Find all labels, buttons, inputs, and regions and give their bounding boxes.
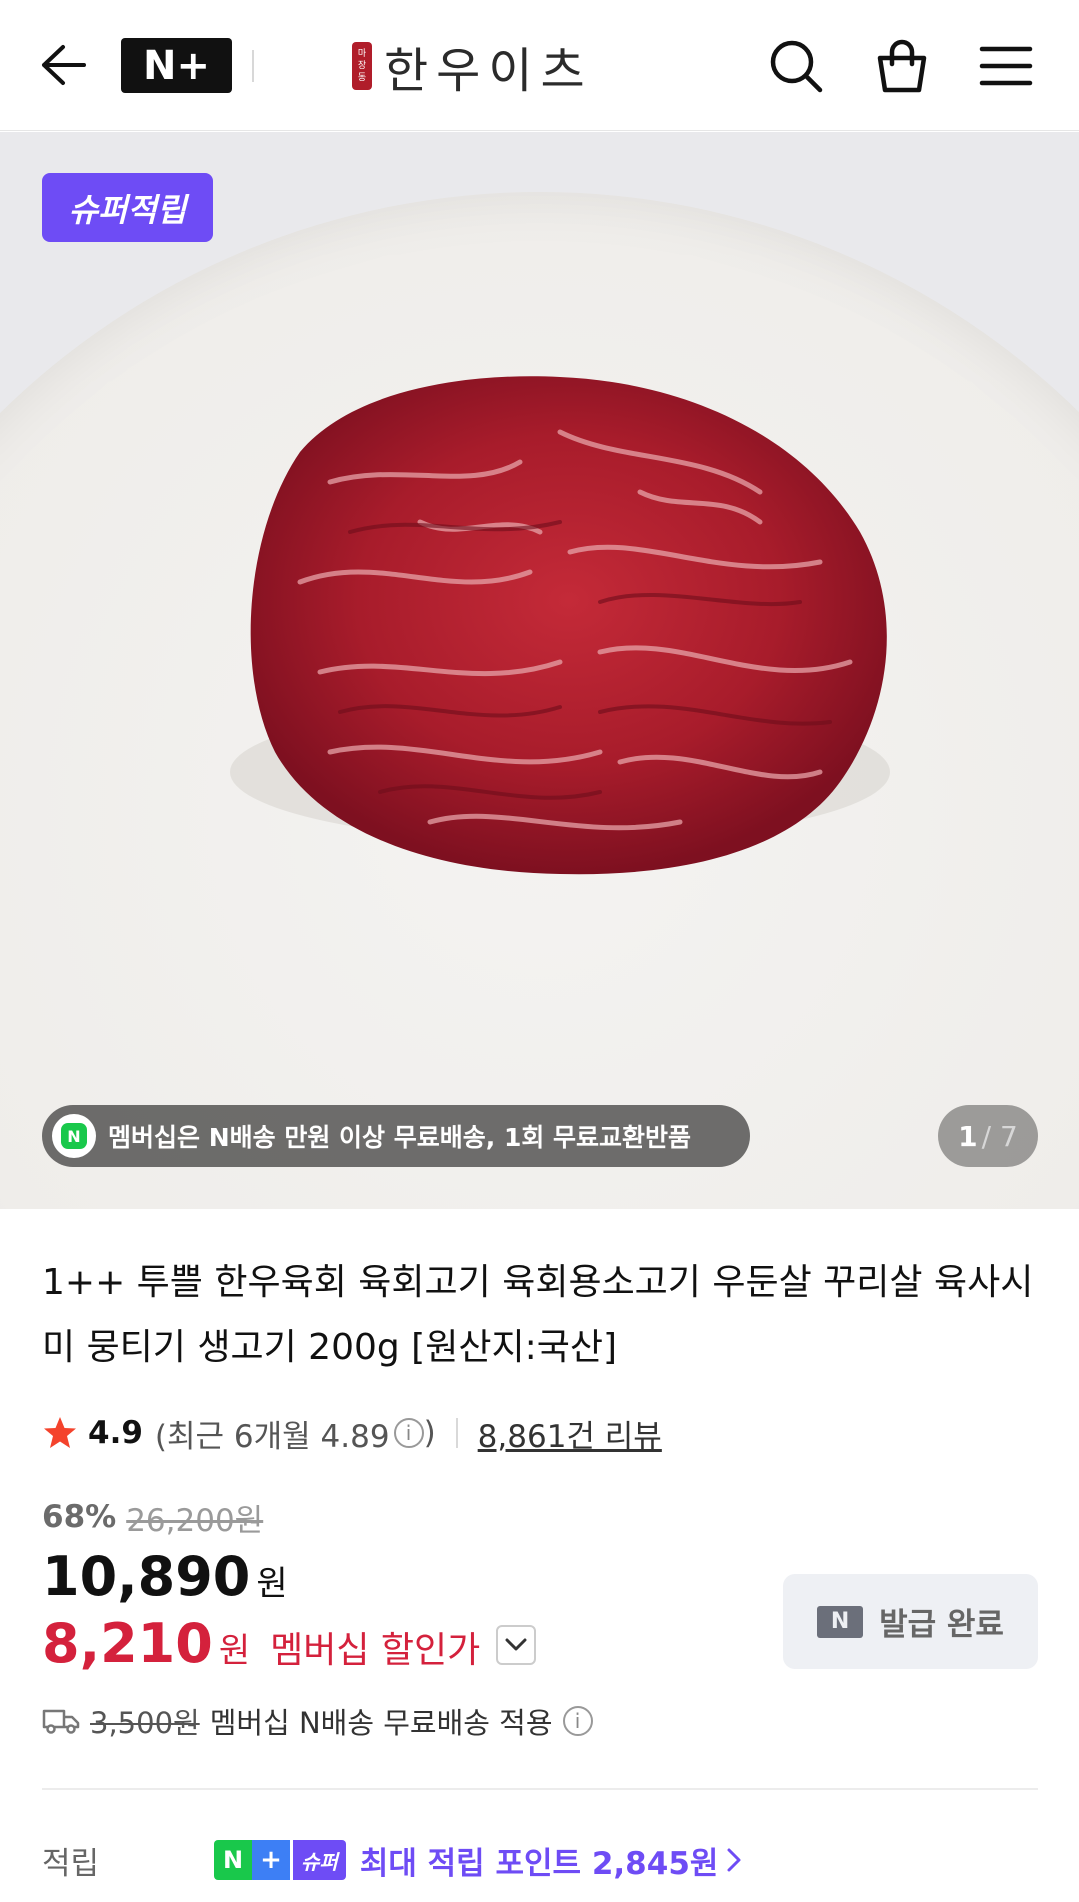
rating-score: 4.9	[88, 1415, 143, 1451]
max-points-text: 최대 적립 포인트 2,845원	[359, 1845, 719, 1882]
info-icon[interactable]: i	[393, 1418, 424, 1448]
section-divider	[42, 1788, 1038, 1790]
rating-divider	[455, 1418, 458, 1448]
product-image-carousel[interactable]: 슈퍼적립 N 멤버십은 N배송 만원 이상 무료배송, 1회 무료교환반품 1 …	[0, 132, 1079, 1209]
search-button[interactable]	[766, 36, 826, 96]
recent-rating-close: )	[423, 1415, 436, 1451]
original-price: 26,200원	[126, 1502, 264, 1539]
member-price-value: 8,210	[42, 1612, 213, 1675]
cart-button[interactable]	[872, 36, 932, 96]
membership-price: 8,210 원 멤버십 할인가	[42, 1612, 537, 1678]
menu-button[interactable]	[976, 36, 1036, 96]
super-tag: 슈퍼	[293, 1840, 346, 1880]
chevron-right-icon	[726, 1847, 742, 1873]
image-page-counter: 1 / 7	[938, 1105, 1038, 1167]
member-price-unit: 원	[218, 1631, 251, 1671]
logo-seal: 마 장 동	[352, 42, 372, 90]
sale-price: 10,890 원	[42, 1545, 288, 1611]
member-price-expand-button[interactable]	[496, 1625, 537, 1665]
hamburger-menu-icon	[979, 46, 1033, 86]
search-icon	[770, 40, 823, 93]
membership-notice-banner: N 멤버십은 N배송 만원 이상 무료배송, 1회 무료교환반품	[42, 1105, 750, 1167]
arrow-left-icon	[42, 45, 86, 85]
current-page: 1	[958, 1119, 978, 1153]
shipping-fee: 3,500원	[90, 1706, 200, 1740]
beef-tartare-image	[230, 376, 890, 875]
nplus-super-badge: N + 슈퍼	[214, 1840, 346, 1880]
svg-text:N: N	[67, 1127, 80, 1146]
rating-row: 4.9 (최근 6개월 4.89 i ) 8,861건 리뷰	[42, 1410, 662, 1456]
shipping-row: 3,500원 멤버십 N배송 무료배송 적용 i	[42, 1700, 593, 1742]
points-row[interactable]: 적립 N + 슈퍼 최대 적립 포인트 2,845원	[42, 1835, 1038, 1885]
points-label: 적립	[42, 1845, 100, 1882]
member-price-label: 멤버십 할인가	[270, 1630, 481, 1671]
total-pages: / 7	[981, 1119, 1018, 1153]
star-icon	[44, 1417, 76, 1448]
membership-notice-text: 멤버십은 N배송 만원 이상 무료배송, 1회 무료교환반품	[108, 1123, 692, 1152]
shipping-text: 멤버십 N배송 무료배송 적용	[209, 1706, 553, 1740]
discount-percent: 68%	[42, 1499, 117, 1535]
coupon-issued-button[interactable]: N 발급 완료	[783, 1574, 1038, 1669]
naver-membership-icon: N	[52, 1114, 96, 1158]
truck-icon	[42, 1709, 80, 1734]
brand-logo[interactable]: 마 장 동 한우이츠	[352, 36, 593, 99]
naver-n-tag: N	[214, 1840, 252, 1880]
shipping-info-icon[interactable]: i	[562, 1706, 593, 1736]
sale-price-value: 10,890	[42, 1545, 251, 1608]
back-button[interactable]	[36, 40, 90, 90]
coupon-label: 발급 완료	[879, 1607, 1004, 1643]
brand-name: 한우이츠	[384, 43, 593, 99]
recent-rating: (최근 6개월 4.89	[154, 1418, 390, 1455]
naver-coupon-icon: N	[817, 1605, 864, 1638]
original-price-row: 68% 26,200원	[42, 1495, 263, 1539]
super-points-badge: 슈퍼적립	[42, 173, 213, 242]
review-count-link[interactable]: 8,861건 리뷰	[478, 1411, 662, 1456]
sale-price-unit: 원	[256, 1564, 288, 1604]
product-title: 1++ 투쁠 한우육회 육회고기 육회용소고기 우둔살 꾸리살 육사시미 뭉티기…	[42, 1262, 1034, 1368]
header-divider	[252, 50, 254, 82]
plus-tag: +	[252, 1840, 290, 1880]
top-app-bar: N+ 마 장 동 한우이츠	[0, 0, 1079, 131]
chevron-down-icon	[505, 1638, 527, 1651]
nplus-store-logo[interactable]: N+	[121, 38, 232, 93]
nplus-logo-text: N+	[143, 42, 210, 89]
shopping-bag-icon	[877, 39, 927, 93]
